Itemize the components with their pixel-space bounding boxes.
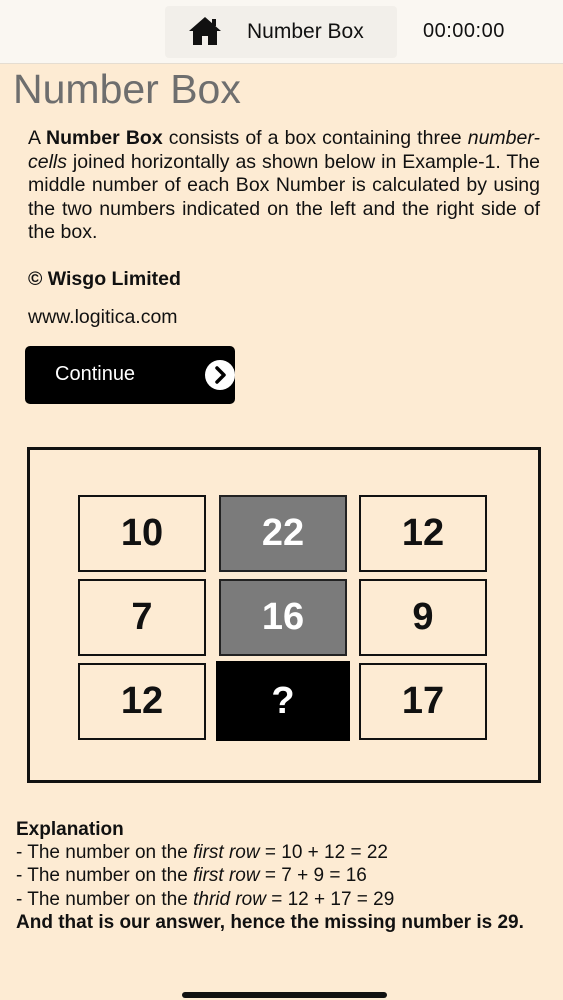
home-indicator[interactable] [182, 992, 387, 998]
cell-r1-right: 12 [359, 495, 487, 572]
home-icon[interactable] [188, 16, 222, 46]
answer-cell[interactable]: ? [216, 661, 350, 741]
line3-text-b: = 12 + 17 = 29 [265, 888, 395, 910]
line1-italic: first row [193, 842, 260, 864]
top-bar: Number Box 00:00:00 [0, 0, 563, 64]
intro-bold-term: Number Box [46, 127, 163, 149]
explanation: Explanation - The number on the first ro… [16, 818, 537, 934]
intro-text-1: A [28, 127, 47, 149]
line2-italic: first row [193, 865, 260, 887]
nav-title: Number Box [247, 20, 364, 43]
continue-button[interactable]: Continue [25, 346, 235, 404]
cell-r3-right: 17 [359, 663, 487, 740]
cell-r2-right: 9 [359, 579, 487, 656]
intro-text-2: consists of a box containing three [162, 127, 468, 149]
line3-italic: thrid row [193, 888, 266, 910]
cell-r3-left: 12 [78, 663, 206, 740]
intro-paragraph: A Number Box consists of a box containin… [28, 127, 540, 245]
line1-text-a: - The number on the [16, 842, 194, 864]
cell-r1-middle: 22 [219, 495, 347, 572]
explanation-line-1: - The number on the first row = 10 + 12 … [16, 841, 537, 864]
cell-r1-left: 10 [78, 495, 206, 572]
cell-r2-middle: 16 [219, 579, 347, 656]
line1-text-b: = 10 + 12 = 22 [259, 842, 388, 864]
cell-r2-left: 7 [78, 579, 206, 656]
timer: 00:00:00 [423, 20, 505, 42]
intro-text-3: joined horizontally as shown below in Ex… [28, 150, 540, 244]
page-title: Number Box [13, 66, 241, 112]
line2-text-b: = 7 + 9 = 16 [259, 865, 367, 887]
explanation-line-3: - The number on the thrid row = 12 + 17 … [16, 888, 537, 911]
explanation-line-2: - The number on the first row = 7 + 9 = … [16, 864, 537, 887]
explanation-conclusion: And that is our answer, hence the missin… [16, 911, 524, 933]
explanation-heading: Explanation [16, 819, 124, 840]
continue-label: Continue [55, 363, 136, 385]
website-link[interactable]: www.logitica.com [28, 306, 178, 329]
chevron-right-circle-icon [205, 360, 235, 390]
line2-text-a: - The number on the [16, 865, 194, 887]
copyright: © Wisgo Limited [28, 268, 181, 290]
line3-text-a: - The number on the [16, 888, 194, 910]
